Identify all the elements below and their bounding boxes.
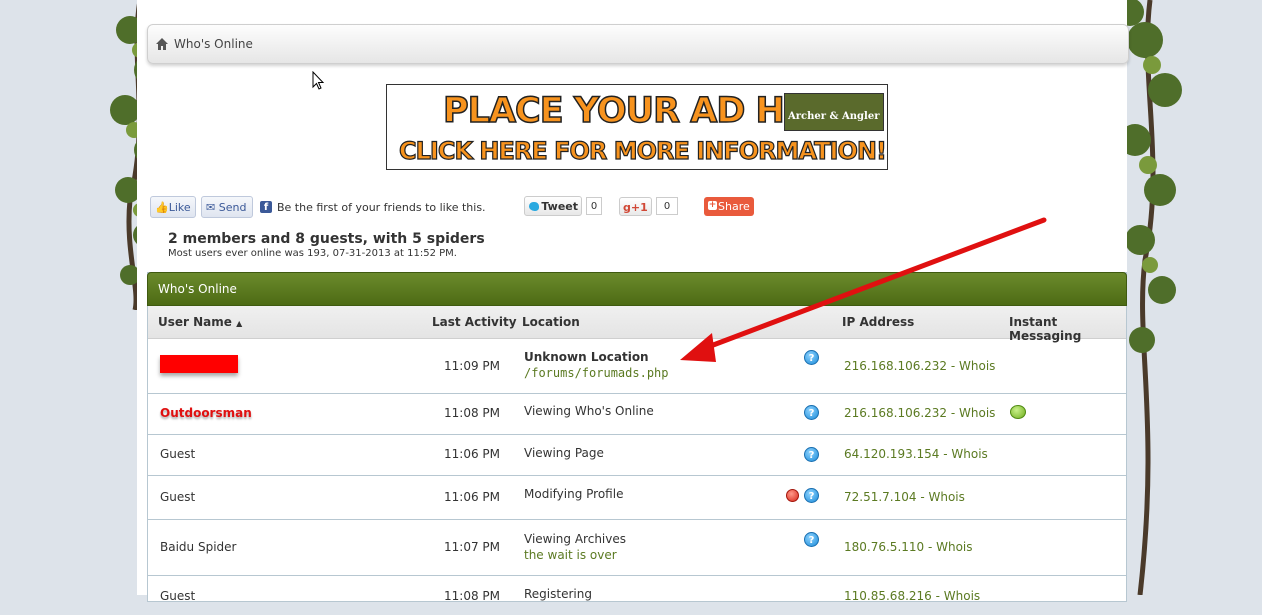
- warning-dot-icon: [786, 489, 799, 502]
- location-link[interactable]: /forums/forumads.php: [524, 366, 669, 380]
- username-link[interactable]: Outdoorsman: [160, 406, 252, 420]
- tweet-label: Tweet: [541, 200, 578, 213]
- last-activity-time: 11:08 PM: [444, 406, 500, 420]
- table-row: Outdoorsman 11:08 PM Viewing Who's Onlin…: [148, 393, 1126, 435]
- location-title[interactable]: Registering: [524, 587, 592, 601]
- facebook-like-text: Be the first of your friends to like thi…: [277, 201, 486, 214]
- send-label: Send: [218, 201, 247, 214]
- send-icon: ✉: [206, 201, 216, 214]
- whos-online-table: Who's Online User Name ▲ Last Activity L…: [147, 272, 1127, 603]
- location-title[interactable]: Viewing Who's Online: [524, 404, 654, 418]
- share-button[interactable]: + Share: [704, 197, 754, 216]
- location-title: Unknown Location: [524, 350, 649, 364]
- ad-logo-text: Archer & Angler: [788, 111, 880, 122]
- record-users-text: Most users ever online was 193, 07-31-20…: [168, 248, 457, 259]
- ip-address[interactable]: 72.51.7.104 - Whois: [844, 490, 965, 504]
- gplus-count: 0: [656, 197, 678, 215]
- breadcrumb-title[interactable]: Who's Online: [174, 37, 253, 51]
- ip-address[interactable]: 180.76.5.110 - Whois: [844, 540, 973, 554]
- table-row: 11:09 PM Unknown Location /forums/foruma…: [148, 339, 1126, 394]
- question-icon[interactable]: ?: [804, 488, 819, 503]
- last-activity-time: 11:06 PM: [444, 447, 500, 461]
- table-row: Guest 11:08 PM Registering 110.85.68.216…: [148, 575, 1126, 615]
- location-title[interactable]: Viewing Page: [524, 446, 604, 460]
- question-icon[interactable]: ?: [804, 447, 819, 462]
- instant-message-icon[interactable]: [1010, 405, 1026, 419]
- tweet-count: 0: [586, 197, 602, 215]
- thumbs-up-icon: 👍: [155, 201, 169, 214]
- last-activity-time: 11:06 PM: [444, 490, 500, 504]
- location-title[interactable]: Modifying Profile: [524, 487, 623, 501]
- table-row: Baidu Spider 11:07 PM Viewing Archives t…: [148, 519, 1126, 576]
- last-activity-time: 11:07 PM: [444, 540, 500, 554]
- username: Baidu Spider: [160, 540, 237, 554]
- col-location[interactable]: Location: [522, 315, 580, 329]
- username: Guest: [160, 447, 196, 461]
- table-row: Guest 11:06 PM Viewing Page ? 64.120.193…: [148, 434, 1126, 476]
- redacted-username: [160, 355, 238, 373]
- facebook-like-button[interactable]: 👍Like: [150, 196, 196, 218]
- like-label: Like: [168, 201, 191, 214]
- google-plus-icon: g: [623, 201, 631, 214]
- last-activity-time: 11:08 PM: [444, 589, 500, 603]
- ad-banner[interactable]: PLACE YOUR AD HERE! CLICK HERE FOR MORE …: [386, 84, 888, 170]
- sort-ascending-icon: ▲: [236, 319, 243, 328]
- gplus-label: +1: [630, 201, 648, 214]
- table-row: Guest 11:06 PM Modifying Profile ? 72.51…: [148, 475, 1126, 520]
- col-user-name-label: User Name: [158, 315, 232, 329]
- home-icon[interactable]: [156, 38, 168, 50]
- username: Guest: [160, 490, 196, 504]
- question-icon[interactable]: ?: [804, 532, 819, 547]
- ip-address[interactable]: 110.85.68.216 - Whois: [844, 589, 980, 603]
- question-icon[interactable]: ?: [804, 405, 819, 420]
- last-activity-time: 11:09 PM: [444, 359, 500, 373]
- table-column-headers: User Name ▲ Last Activity Location IP Ad…: [148, 306, 1126, 343]
- question-icon[interactable]: ?: [804, 350, 819, 365]
- ip-address[interactable]: 216.168.106.232 - Whois: [844, 359, 995, 373]
- ad-logo: Archer & Angler: [784, 93, 884, 131]
- location-link[interactable]: the wait is over: [524, 548, 617, 562]
- ip-address[interactable]: 64.120.193.154 - Whois: [844, 447, 988, 461]
- ip-address[interactable]: 216.168.106.232 - Whois: [844, 406, 995, 420]
- table-title: Who's Online: [158, 282, 237, 296]
- twitter-bird-icon: [529, 202, 539, 211]
- facebook-icon: f: [260, 201, 272, 213]
- mouse-cursor-icon: [312, 71, 325, 90]
- col-ip-address[interactable]: IP Address: [842, 315, 914, 329]
- google-plus-one-button[interactable]: g+1: [619, 197, 652, 216]
- tweet-button[interactable]: Tweet: [524, 196, 582, 216]
- share-label: Share: [718, 200, 750, 213]
- location-title[interactable]: Viewing Archives: [524, 532, 626, 546]
- breadcrumb: Who's Online: [147, 24, 1129, 64]
- col-user-name[interactable]: User Name ▲: [158, 315, 242, 329]
- username: Guest: [160, 589, 196, 603]
- ad-subline: CLICK HERE FOR MORE INFORMATION!: [398, 136, 887, 165]
- col-last-activity[interactable]: Last Activity: [432, 315, 517, 329]
- facebook-send-button[interactable]: ✉ Send: [201, 196, 253, 218]
- online-summary: 2 members and 8 guests, with 5 spiders: [168, 231, 485, 247]
- table-title-bar: Who's Online: [147, 272, 1127, 306]
- share-plus-icon: +: [708, 200, 717, 210]
